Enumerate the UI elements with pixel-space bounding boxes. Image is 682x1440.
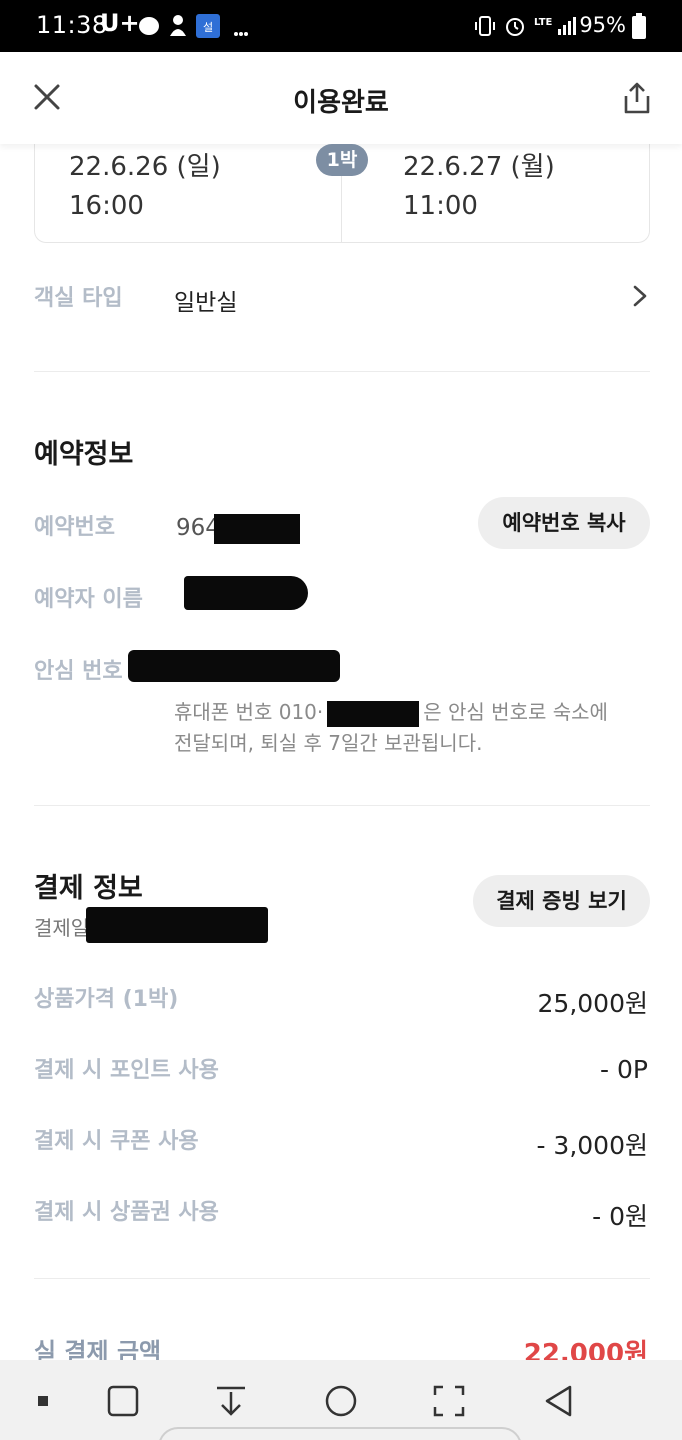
home-icon[interactable]: [324, 1384, 358, 1418]
price-row-label: 상품가격 (1박): [34, 987, 179, 1012]
redaction-mark: [128, 650, 340, 682]
safe-number-note-part1: 휴대폰 번호 010·: [174, 700, 324, 724]
coupon-row-label: 결제 시 쿠폰 사용: [34, 1129, 199, 1154]
safe-number-note-part2: 은 안심 번호로 숙소에: [423, 700, 608, 724]
battery-percent: 95%: [579, 13, 626, 37]
more-notifications-icon: [234, 22, 248, 41]
alarm-icon: [504, 15, 526, 41]
reservation-number-label: 예약번호: [34, 515, 115, 540]
section-divider: [34, 371, 650, 372]
redaction-mark: [86, 907, 268, 943]
app-notification-icon: 설: [196, 14, 220, 42]
svg-text:설: 설: [203, 21, 213, 34]
room-type-value[interactable]: 일반실: [174, 283, 237, 317]
giftcard-row-label: 결제 시 상품권 사용: [34, 1200, 219, 1225]
checkout-block: 22.6.27 (월) 11:00: [403, 148, 555, 226]
price-row-value: 25,000원: [537, 989, 648, 1018]
checkout-time: 11:00: [403, 191, 478, 221]
dot-icon[interactable]: [30, 1384, 64, 1418]
nights-badge: 1박: [316, 144, 368, 176]
checkin-time: 16:00: [69, 191, 144, 221]
redaction-mark: [214, 514, 300, 544]
redaction-mark: [327, 700, 420, 727]
lte-signal-icon: LTE: [534, 13, 582, 41]
coupon-row-value: - 3,000원: [536, 1131, 648, 1160]
view-payment-receipt-button[interactable]: 결제 증빙 보기: [473, 875, 650, 927]
carrier-label: U+: [100, 9, 140, 37]
share-icon[interactable]: [620, 80, 654, 116]
redaction-mark: [184, 576, 308, 610]
copy-reservation-number-button[interactable]: 예약번호 복사: [478, 497, 650, 549]
download-icon[interactable]: [214, 1384, 248, 1418]
payment-section-title: 결제 정보: [34, 873, 143, 904]
chat-bubble-icon: [138, 16, 160, 40]
checkout-date: 22.6.27 (월): [403, 152, 555, 182]
status-bar: 11:38 U+ 설 LTE 95%: [0, 0, 682, 52]
person-icon: [168, 14, 188, 42]
recent-apps-icon[interactable]: [106, 1384, 140, 1418]
room-type-label: 객실 타입: [34, 286, 123, 311]
checkin-date: 22.6.26 (일): [69, 152, 221, 182]
safe-number-note: 휴대폰 번호 010· 은 안심 번호로 숙소에: [174, 697, 608, 728]
safe-number-note-line2: 전달되며, 퇴실 후 7일간 보관됩니다.: [174, 731, 483, 755]
screenshot-frame-icon[interactable]: [432, 1384, 466, 1418]
vibrate-icon: [474, 15, 496, 41]
chevron-right-icon[interactable]: [632, 284, 648, 308]
giftcard-row-value: - 0원: [592, 1202, 648, 1231]
status-time: 11:38: [36, 11, 108, 39]
app-header: 이용완료: [0, 52, 682, 144]
back-icon[interactable]: [542, 1384, 576, 1418]
booker-name-label: 예약자 이름: [34, 587, 143, 612]
checkin-block: 22.6.26 (일) 16:00: [69, 148, 221, 226]
battery-icon: [632, 13, 646, 43]
gesture-handle[interactable]: [158, 1427, 522, 1440]
points-row-value: - 0P: [600, 1055, 648, 1084]
page-title: 이용완료: [293, 88, 389, 118]
section-divider: [34, 805, 650, 806]
svg-text:LTE: LTE: [534, 17, 553, 28]
points-row-label: 결제 시 포인트 사용: [34, 1058, 219, 1083]
section-divider: [34, 1278, 650, 1279]
reservation-section-title: 예약정보: [34, 439, 134, 470]
safe-number-label: 안심 번호: [34, 659, 123, 684]
